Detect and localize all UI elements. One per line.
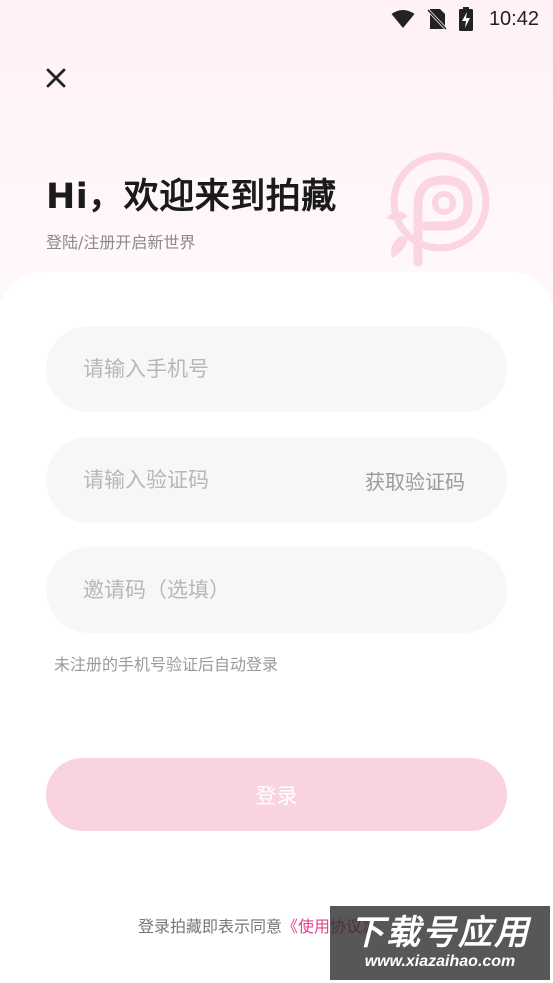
invite-code-input[interactable] bbox=[83, 578, 467, 602]
status-time: 10:42 bbox=[488, 7, 539, 30]
login-screen: 10:42 Hi，欢迎来到拍藏 登陆/注册开启新世界 获取验证码 未注册的手机号… bbox=[0, 0, 553, 983]
close-icon bbox=[46, 68, 66, 88]
watermark: 下载号应用 www.xiazaihao.com bbox=[330, 906, 550, 980]
no-sim-icon bbox=[426, 8, 447, 30]
invite-field[interactable] bbox=[46, 547, 507, 633]
page-title: Hi，欢迎来到拍藏 bbox=[46, 177, 337, 217]
close-button[interactable] bbox=[40, 62, 72, 94]
paicang-logo-icon bbox=[386, 152, 490, 267]
status-bar: 10:42 bbox=[0, 0, 553, 38]
agreement-prefix: 登录拍藏即表示同意 bbox=[138, 917, 283, 936]
auto-register-hint: 未注册的手机号验证后自动登录 bbox=[54, 655, 279, 674]
wifi-icon bbox=[391, 9, 415, 29]
watermark-sub: www.xiazaihao.com bbox=[364, 953, 516, 970]
watermark-main: 下载号应用 bbox=[350, 913, 530, 953]
code-field[interactable]: 获取验证码 bbox=[46, 437, 507, 523]
battery-charging-icon bbox=[458, 7, 473, 31]
get-code-button[interactable]: 获取验证码 bbox=[365, 466, 465, 495]
page-subtitle: 登陆/注册开启新世界 bbox=[46, 233, 196, 252]
phone-field[interactable] bbox=[46, 326, 507, 412]
verification-code-input[interactable] bbox=[83, 468, 365, 492]
phone-input[interactable] bbox=[83, 357, 467, 381]
login-button[interactable]: 登录 bbox=[46, 758, 507, 831]
